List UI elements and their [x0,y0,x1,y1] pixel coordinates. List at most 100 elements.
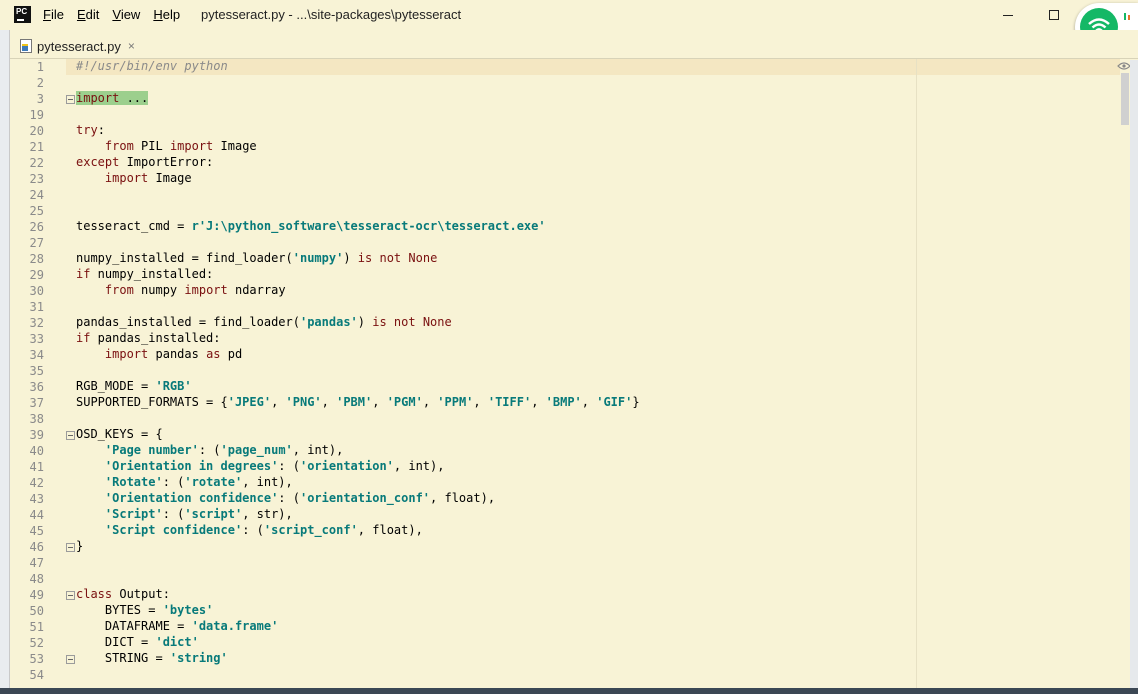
vertical-scrollbar[interactable] [1120,59,1130,688]
line-number: 47 [29,556,44,570]
scrollbar-thumb[interactable] [1121,73,1129,125]
line-number: 35 [29,364,44,378]
line-number: 53 [29,652,44,666]
line-number: 41 [29,460,44,474]
code-line[interactable]: numpy_installed = find_loader('numpy') i… [76,251,437,267]
code-line[interactable]: BYTES = 'bytes' [76,603,213,619]
menu-help[interactable]: Help [153,7,180,22]
line-number: 23 [29,172,44,186]
line-number: 43 [29,492,44,506]
fold-marker-icon[interactable] [66,543,75,552]
line-number: 48 [29,572,44,586]
code-line[interactable]: 'Page number': ('page_num', int), [76,443,343,459]
menu-bar: File Edit View Help [43,7,180,22]
line-number: 3 [36,92,44,106]
menu-view[interactable]: View [112,7,140,22]
code-line[interactable]: SUPPORTED_FORMATS = {'JPEG', 'PNG', 'PBM… [76,395,640,411]
line-number: 36 [29,380,44,394]
pycharm-logo-icon: PC [14,6,31,23]
line-number: 25 [29,204,44,218]
line-number-gutter: 1 2 3 19 20 21 22 23 24 25 26 27 28 29 30 31 32 33 34 35 36 3… [10,59,66,688]
line-number: 46 [29,540,44,554]
line-number: 38 [29,412,44,426]
line-number: 29 [29,268,44,282]
code-line[interactable]: from numpy import ndarray [76,283,286,299]
line-number: 50 [29,604,44,618]
menu-file[interactable]: File [43,7,64,22]
code-line[interactable]: #!/usr/bin/env python [76,59,228,75]
code-line[interactable]: import Image [76,171,192,187]
code-line[interactable]: RGB_MODE = 'RGB' [76,379,192,395]
python-file-icon [20,39,32,53]
line-number: 26 [29,220,44,234]
line-number: 52 [29,636,44,650]
code-line[interactable]: try: [76,123,105,139]
tab-close-icon[interactable]: × [128,39,135,53]
maximize-button[interactable] [1031,3,1077,27]
window-controls [985,3,1077,27]
line-number: 33 [29,332,44,346]
line-number: 34 [29,348,44,362]
line-number: 1 [36,60,44,74]
code-line[interactable]: tesseract_cmd = r'J:\python_software\tes… [76,219,546,235]
code-line[interactable]: if numpy_installed: [76,267,213,283]
code-line[interactable]: if pandas_installed: [76,331,221,347]
line-number: 2 [36,76,44,90]
taskbar-strip [0,688,1138,694]
right-margin-guide [916,59,917,688]
line-number: 22 [29,156,44,170]
code-line[interactable]: 'Orientation confidence': ('orientation_… [76,491,495,507]
code-line[interactable]: 'Rotate': ('rotate', int), [76,475,293,491]
tab-label: pytesseract.py [37,38,121,54]
line-number: 42 [29,476,44,490]
code-line[interactable]: 'Script': ('script', str), [76,507,293,523]
code-line[interactable]: 'Orientation in degrees': ('orientation'… [76,459,445,475]
line-number: 54 [29,668,44,682]
line-number: 51 [29,620,44,634]
line-number: 28 [29,252,44,266]
fold-marker-icon[interactable] [66,95,75,104]
code-line[interactable]: pandas_installed = find_loader('pandas')… [76,315,452,331]
background-window-strip-right [1130,60,1138,694]
fold-marker-icon[interactable] [66,591,75,600]
line-number: 44 [29,508,44,522]
minimize-icon [1003,14,1013,16]
line-number: 19 [29,108,44,122]
line-number: 30 [29,284,44,298]
menu-edit[interactable]: Edit [77,7,99,22]
code-editor[interactable]: 1 2 3 19 20 21 22 23 24 25 26 27 28 29 30 31 32 33 34 35 36 3… [10,59,1120,688]
line-number: 20 [29,124,44,138]
code-line[interactable]: except ImportError: [76,155,213,171]
fold-marker-icon[interactable] [66,431,75,440]
code-line[interactable]: import ... [76,91,149,107]
line-number: 45 [29,524,44,538]
line-number: 27 [29,236,44,250]
line-number: 31 [29,300,44,314]
line-number: 24 [29,188,44,202]
code-line[interactable]: DATAFRAME = 'data.frame' [76,619,278,635]
code-line[interactable]: OSD_KEYS = { [76,427,163,443]
line-number: 37 [29,396,44,410]
line-number: 40 [29,444,44,458]
pycharm-window: PC File Edit View Help pytesseract.py - … [0,0,1138,694]
code-line[interactable]: STRING = 'string' [76,651,228,667]
line-number: 21 [29,140,44,154]
minimize-button[interactable] [985,3,1031,27]
code-line[interactable]: from PIL import Image [76,139,257,155]
code-line[interactable]: } [76,539,83,555]
line-number: 39 [29,428,44,442]
line-number: 32 [29,316,44,330]
app-logo-text: PC [16,7,28,16]
editor-tab-bar: pytesseract.py × [10,30,1138,59]
eye-icon[interactable] [1117,62,1131,70]
code-line[interactable]: class Output: [76,587,170,603]
title-bar: PC File Edit View Help pytesseract.py - … [0,0,1138,30]
window-title: pytesseract.py - ...\site-packages\pytes… [201,7,462,22]
code-line[interactable]: 'Script confidence': ('script_conf', flo… [76,523,423,539]
tab-pytesseract[interactable]: pytesseract.py × [20,35,135,57]
background-window-strip [0,0,10,694]
maximize-icon [1049,10,1059,20]
code-line[interactable]: DICT = 'dict' [76,635,199,651]
code-line[interactable]: import pandas as pd [76,347,242,363]
fold-marker-icon[interactable] [66,655,75,664]
